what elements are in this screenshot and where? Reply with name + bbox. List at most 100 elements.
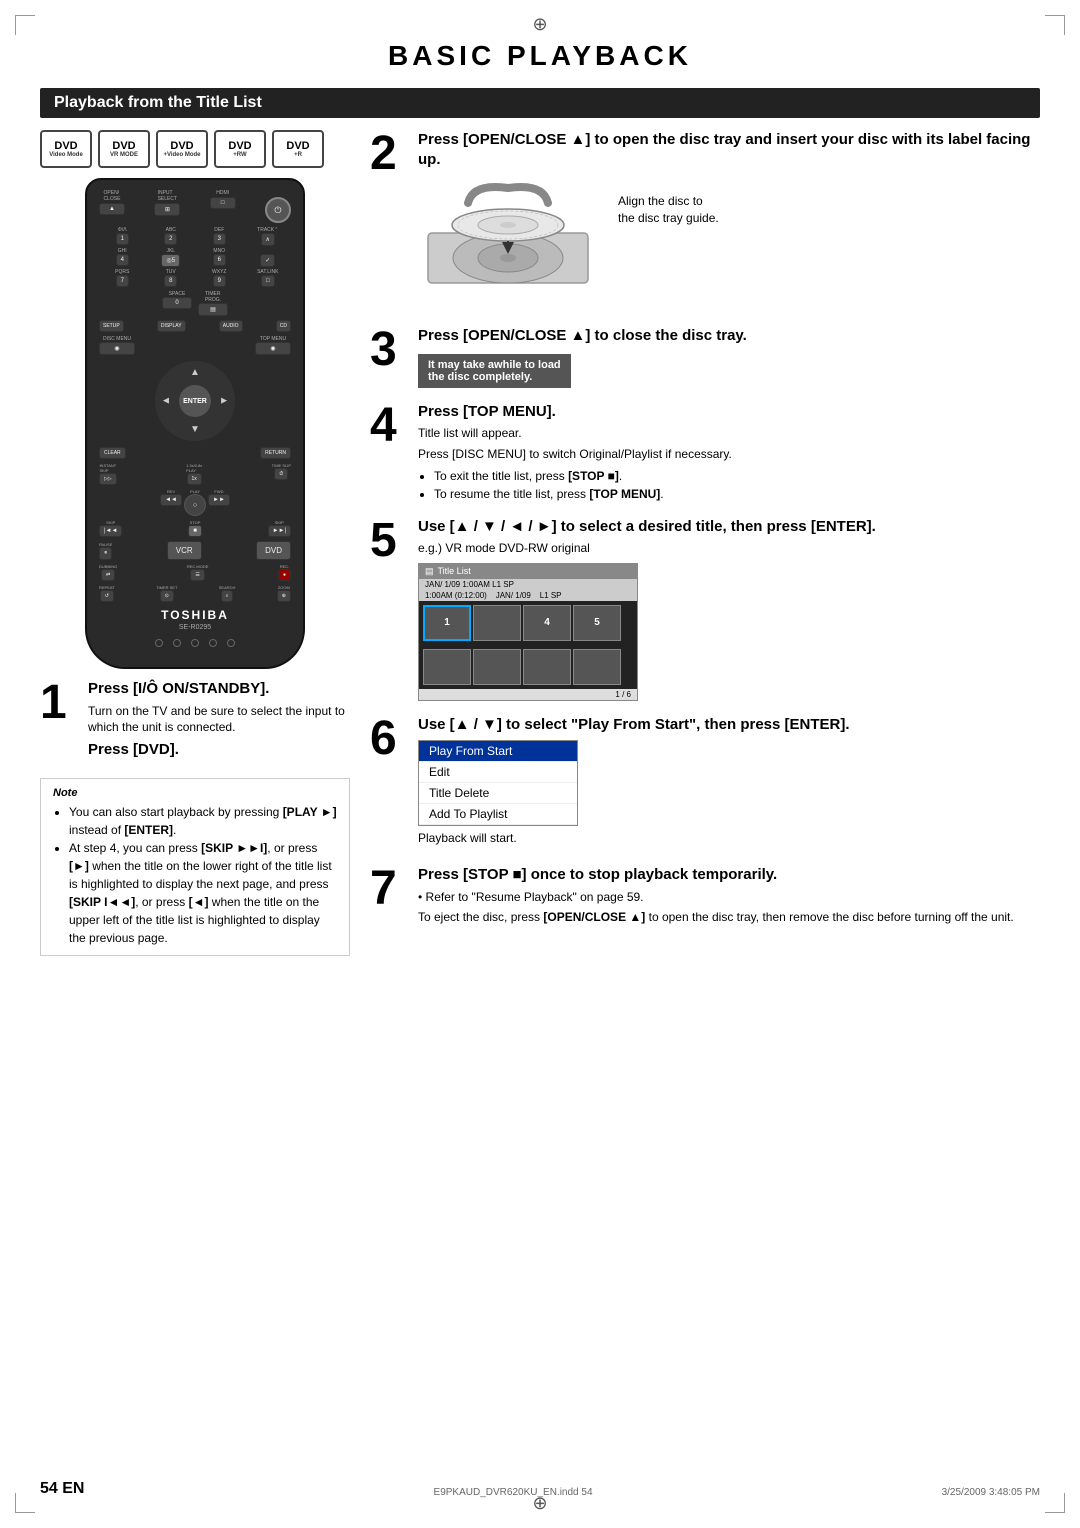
return-btn[interactable]: RETURN [260,447,291,459]
pause-btn[interactable]: ⏸ [99,547,112,560]
tls-thumb-7[interactable] [523,649,571,685]
menu-item-title-delete[interactable]: Title Delete [419,783,577,804]
step-5-block: 5 Use [▲ / ▼ / ◄ / ►] to select a desire… [370,517,1040,701]
stop-btn[interactable]: ■ [188,525,202,537]
step-4-bullet-1: To exit the title list, press [STOP ■]. [434,467,1040,485]
audio-btn[interactable]: AUDIO [219,320,243,332]
power-label [277,190,278,196]
hdmi-btn[interactable]: □ [210,197,236,209]
tls-header: ▤ Title List [419,564,637,579]
step-2-title: Press [OPEN/CLOSE ▲] to open the disc tr… [418,130,1040,169]
search-btn[interactable]: ⌕ [221,590,234,602]
power-btn[interactable]: ⏻ [265,197,291,223]
menu-item-edit[interactable]: Edit [419,762,577,783]
dvd-btn[interactable]: DVD [256,541,291,560]
fwd-btn[interactable]: ►► [208,494,230,506]
instant-label: INSTANTSKIP [99,463,116,473]
rec-btn[interactable]: ● [278,569,291,581]
step-4-title: Press [TOP MENU]. [418,402,1040,422]
display-btn[interactable]: DISPLAY [157,320,186,332]
clear-btn[interactable]: CLEAR [99,447,126,459]
input-select-btn[interactable]: ⊞ [154,203,180,216]
zoom-btn[interactable]: ⊕ [277,590,291,602]
tls-time-bar: 1:00AM (0:12:00) JAN/ 1/09 L1 SP [419,590,637,601]
play-speed-btn[interactable]: 1x [187,473,202,485]
step-1-title: Press [I/Ô ON/STANDBY]. [88,679,350,699]
step-5-sub: e.g.) VR mode DVD-RW original [418,540,1040,557]
num-9[interactable]: 9 [213,275,226,287]
nav-up[interactable]: ▲ [190,367,200,378]
note-list: You can also start playback by pressing … [53,803,337,947]
corner-br [1045,1493,1065,1513]
tls-thumb-4[interactable]: 5 [573,605,621,641]
enter-btn[interactable]: ENTER [179,385,211,417]
corner-tl [15,15,35,35]
check-btn[interactable]: ✓ [260,254,275,267]
time-slip-btn[interactable]: ⏱ [274,468,288,480]
cd-btn[interactable]: CD [276,320,291,332]
corner-bl [15,1493,35,1513]
tls-thumb-3[interactable]: 4 [523,605,571,641]
num-2[interactable]: 2 [164,233,177,245]
note-title: Note [53,787,337,799]
menu-item-add-playlist[interactable]: Add To Playlist [419,804,577,825]
skip-fwd-btn[interactable]: ►►| [268,525,291,537]
track-up-btn[interactable]: ∧ [261,233,275,246]
space-btn[interactable]: 0 [162,297,192,309]
num-3[interactable]: 3 [213,233,226,245]
dubbing-btn[interactable]: ⇄ [101,569,115,581]
num-5[interactable]: ◎5 [161,254,180,267]
footer-file: E9PKAUD_DVR620KU_EN.indd 54 [434,1487,593,1498]
nav-down[interactable]: ▼ [190,424,200,435]
menu-item-play-from-start[interactable]: Play From Start [419,741,577,762]
nav-left[interactable]: ◄ [161,396,171,407]
dvd-mode-video2: DVD +Video Mode [156,130,208,168]
dvd-mode-r: DVD +R [272,130,324,168]
nav-ring[interactable]: ▲ ▼ ◄ ► ENTER [155,361,235,441]
note-section: Note You can also start playback by pres… [40,778,350,956]
step-7-body1: • Refer to "Resume Playback" on page 59. [418,889,1040,906]
nav-right[interactable]: ► [219,396,229,407]
disc-menu-btn[interactable]: ◉ [99,342,135,355]
brand-label: TOSHIBA [99,608,291,622]
num-4[interactable]: 4 [116,254,129,266]
num-7[interactable]: 7 [116,275,129,287]
num-8[interactable]: 8 [164,275,177,287]
setup-btn[interactable]: SETUP [99,320,124,332]
crosshair-bottom: ⊕ [532,1493,547,1514]
tls-thumb-1[interactable]: 1 [423,605,471,641]
open-close-label: OPEN/CLOSE [104,190,121,202]
timer-btn[interactable]: ▤ [198,303,228,316]
rec-mode-btn[interactable]: ☰ [190,569,204,581]
dvd-mode-vr: DVD VR MODE [98,130,150,168]
dot-5 [227,639,235,647]
open-close-btn[interactable]: ▲ [99,203,125,215]
tls-thumb-8[interactable] [573,649,621,685]
dvd-mode-rw: DVD +RW [214,130,266,168]
timer-set-btn[interactable]: ⊙ [160,590,174,602]
disc-svg [418,173,608,303]
step-6-title: Use [▲ / ▼] to select "Play From Start",… [418,715,1040,735]
play-btn[interactable]: ○ [184,494,206,516]
tls-info-bar: JAN/ 1/09 1:00AM L1 SP [419,579,637,590]
step-4-block: 4 Press [TOP MENU]. Title list will appe… [370,402,1040,503]
satlink-btn[interactable]: □ [261,275,275,287]
tls-thumb-6[interactable] [473,649,521,685]
instant-btn[interactable]: ▷▷ [99,473,117,485]
vcr-btn[interactable]: VCR [167,541,202,560]
dvd-logo-3: DVD [170,140,193,152]
tls-thumb-2[interactable] [473,605,521,641]
step-5-content: Use [▲ / ▼ / ◄ / ►] to select a desired … [418,517,1040,701]
num-6[interactable]: 6 [213,254,226,266]
top-menu-btn[interactable]: ◉ [255,342,291,355]
rev-btn[interactable]: ◄◄ [160,494,182,506]
tls-thumb-5[interactable] [423,649,471,685]
repeat-btn[interactable]: ↺ [100,590,114,602]
disc-caption-line2: the disc tray guide. [618,211,719,225]
num-phi[interactable]: 1 [116,233,129,245]
dvd-logo-1: DVD [54,140,77,152]
step-6-content: Use [▲ / ▼] to select "Play From Start",… [418,715,1040,851]
input-select-label: INPUTSELECT [158,190,177,202]
step-5-number: 5 [370,517,406,565]
skip-back-btn[interactable]: |◄◄ [99,525,122,537]
